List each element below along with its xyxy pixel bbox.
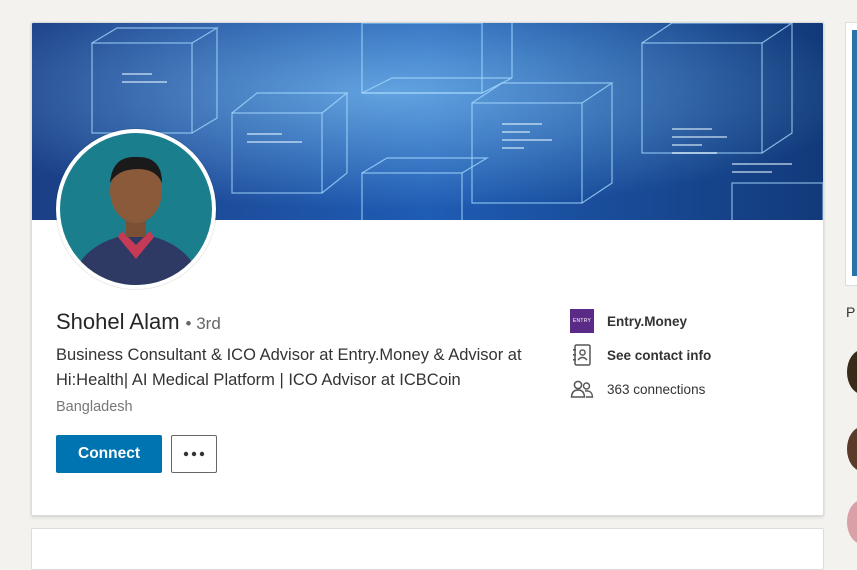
current-company-link[interactable]: ENTRY Entry.Money (570, 309, 687, 333)
contact-card-icon (573, 344, 591, 366)
profile-headline: Business Consultant & ICO Advisor at Ent… (56, 346, 522, 389)
connections-link[interactable]: 363 connections (570, 377, 705, 401)
more-actions-button[interactable] (171, 435, 217, 473)
connections-count: 363 connections (607, 381, 706, 397)
profile-location: Bangladesh (56, 399, 133, 415)
profile-name: Shohel Alam (56, 309, 180, 334)
connections-people-icon (570, 380, 594, 398)
contact-info-link[interactable]: See contact info (570, 343, 711, 367)
profile-name-row: Shohel Alam • 3rd (56, 309, 221, 335)
degree-separator: • (185, 314, 192, 333)
entry-money-logo: ENTRY (570, 309, 594, 333)
right-rail-heading: P (846, 304, 856, 320)
connect-button[interactable]: Connect (56, 435, 162, 473)
contact-info-label: See contact info (607, 347, 712, 363)
profile-photo[interactable] (56, 129, 216, 289)
degree-label: 3rd (196, 314, 221, 333)
company-name: Entry.Money (607, 313, 688, 329)
next-section-card (31, 528, 824, 570)
right-rail-avatar[interactable] (847, 427, 857, 471)
profile-top-card: Shohel Alam • 3rd Business Consultant & … (31, 22, 824, 516)
connection-degree: • 3rd (186, 314, 221, 334)
right-rail-avatar[interactable] (847, 350, 857, 394)
right-rail-avatar[interactable] (847, 500, 857, 544)
more-ellipsis-icon (183, 451, 205, 457)
right-rail-ad-image (852, 30, 857, 276)
